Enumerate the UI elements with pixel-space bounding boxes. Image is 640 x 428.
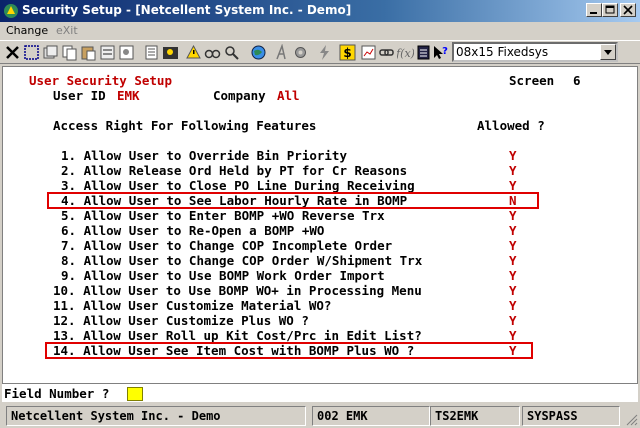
cut-icon[interactable] — [42, 44, 59, 61]
app-logo-icon — [4, 4, 18, 18]
access-item-allowed[interactable]: Y — [509, 268, 517, 283]
report-icon[interactable] — [360, 44, 377, 61]
access-item-label: 1. Allow User to Override Bin Priority — [61, 148, 347, 163]
highlight-box-item-14 — [45, 342, 533, 359]
access-item-label: 10. Allow User to Use BOMP WO+ in Proces… — [53, 283, 422, 298]
status-terminal: TS2EMK — [430, 406, 520, 426]
search-icon[interactable] — [223, 44, 240, 61]
access-item-allowed[interactable]: Y — [509, 238, 517, 253]
status-company: Netcellent System Inc. - Demo — [6, 406, 306, 426]
access-header: Access Right For Following Features — [53, 118, 317, 133]
access-item-allowed[interactable]: Y — [509, 328, 517, 343]
copy-icon[interactable] — [61, 44, 78, 61]
close-icon — [623, 5, 633, 15]
access-item-allowed[interactable]: Y — [509, 298, 517, 313]
title-bar: Security Setup - [Netcellent System Inc.… — [0, 0, 640, 22]
font-select-value: 08x15 Fixedsys — [456, 45, 549, 59]
allowed-header: Allowed ? — [477, 118, 545, 133]
menu-change[interactable]: Change — [6, 24, 48, 37]
access-item-label: 12. Allow User Customize Plus WO ? — [53, 313, 309, 328]
close-button[interactable] — [620, 3, 636, 17]
terminal-screen: User Security Setup Screen 6 User ID EMK… — [2, 66, 638, 384]
access-item-allowed[interactable]: Y — [509, 178, 517, 193]
help-pointer-icon[interactable]: ? — [432, 44, 449, 61]
maximize-icon — [605, 5, 615, 14]
calendar-icon[interactable] — [415, 44, 432, 61]
access-item-label: 3. Allow User to Close PO Line During Re… — [61, 178, 415, 193]
status-database: SYSPASS — [522, 406, 620, 426]
screen-number: 6 — [573, 73, 581, 88]
access-item-allowed[interactable]: Y — [509, 253, 517, 268]
warning-icon[interactable] — [185, 44, 202, 61]
function-icon[interactable]: f(x) — [397, 44, 414, 61]
access-item-allowed[interactable]: Y — [509, 313, 517, 328]
access-item-label: 11. Allow User Customize Material WO? — [53, 298, 332, 313]
select-rect-icon[interactable] — [23, 44, 40, 61]
font-select[interactable]: 08x15 Fixedsys — [452, 42, 618, 62]
italic-a-icon[interactable] — [273, 44, 290, 61]
access-item-label: 2. Allow Release Ord Held by PT for Cr R… — [61, 163, 408, 178]
globe-icon[interactable] — [250, 44, 267, 61]
properties-icon[interactable] — [118, 44, 135, 61]
dollar-icon[interactable]: $ — [339, 44, 356, 61]
toolbar: $ f(x) ? 08x15 Fixedsys — [0, 40, 640, 64]
svg-text:f(x): f(x) — [397, 47, 414, 60]
link-icon[interactable] — [378, 44, 395, 61]
access-item-label: 6. Allow User to Re-Open a BOMP +WO — [61, 223, 325, 238]
field-number-input[interactable] — [127, 387, 143, 401]
notes-icon[interactable] — [143, 44, 160, 61]
minimize-button[interactable] — [586, 3, 602, 17]
window-title: Security Setup - [Netcellent System Inc.… — [22, 3, 352, 17]
access-item-allowed[interactable]: Y — [509, 223, 517, 238]
maximize-button[interactable] — [602, 3, 618, 17]
user-id-label: User ID — [53, 88, 106, 103]
screen-heading: User Security Setup — [29, 73, 172, 88]
svg-text:?: ? — [442, 46, 448, 57]
access-item-allowed[interactable]: Y — [509, 148, 517, 163]
lightning-icon[interactable] — [316, 44, 333, 61]
status-bar: Netcellent System Inc. - Demo 002 EMK TS… — [0, 404, 640, 428]
access-item-label: 13. Allow User Roll up Kit Cost/Prc in E… — [53, 328, 422, 343]
print-preview-icon[interactable] — [99, 44, 116, 61]
status-user: 002 EMK — [312, 406, 430, 426]
highlight-box-item-4 — [47, 192, 539, 209]
binoculars-icon[interactable] — [204, 44, 221, 61]
field-number-prompt: Field Number ? — [4, 386, 110, 401]
field-number-row: Field Number ? — [2, 384, 638, 402]
settings-icon[interactable] — [292, 44, 309, 61]
close-x-icon[interactable] — [4, 44, 21, 61]
user-icon[interactable] — [162, 44, 179, 61]
company-value[interactable]: All — [277, 88, 300, 103]
dropdown-arrow-icon[interactable] — [600, 44, 616, 60]
access-item-allowed[interactable]: Y — [509, 208, 517, 223]
menu-exit[interactable]: eXit — [56, 24, 78, 37]
access-item-label: 7. Allow User to Change COP Incomplete O… — [61, 238, 393, 253]
svg-text:$: $ — [343, 46, 351, 60]
screen-label: Screen — [509, 73, 555, 88]
paste-icon[interactable] — [80, 44, 97, 61]
company-label: Company — [213, 88, 266, 103]
access-item-allowed[interactable]: Y — [509, 283, 517, 298]
access-item-label: 9. Allow User to Use BOMP Work Order Imp… — [61, 268, 385, 283]
access-item-label: 8. Allow User to Change COP Order W/Ship… — [61, 253, 423, 268]
minimize-icon — [590, 12, 597, 14]
access-item-label: 5. Allow User to Enter BOMP +WO Reverse … — [61, 208, 385, 223]
user-id-value[interactable]: EMK — [117, 88, 140, 103]
access-item-allowed[interactable]: Y — [509, 163, 517, 178]
menu-bar: Change eXit — [0, 22, 640, 40]
resize-grip-icon[interactable] — [626, 414, 638, 426]
